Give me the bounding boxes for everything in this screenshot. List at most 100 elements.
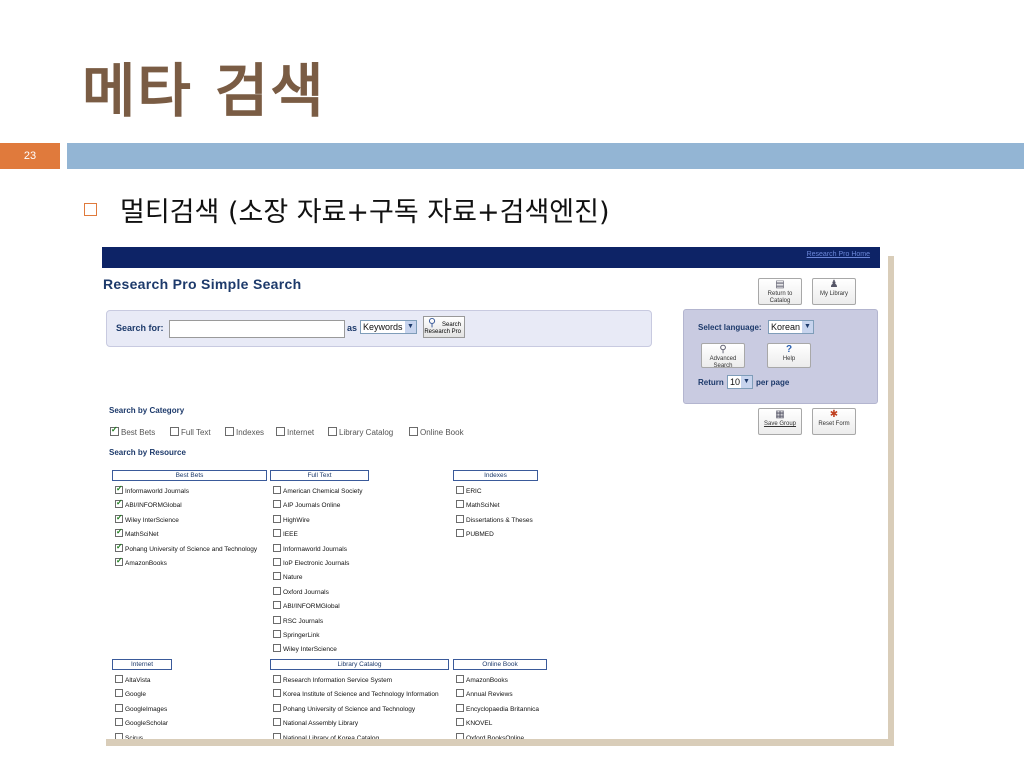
resource-item[interactable]: Korea Institute of Science and Technolog… — [273, 689, 439, 698]
checkbox[interactable] — [328, 427, 337, 436]
checkbox[interactable] — [273, 514, 281, 523]
resource-item[interactable]: GoogleScholar — [115, 718, 168, 727]
checkbox[interactable] — [273, 586, 281, 595]
resource-item[interactable]: Nature — [273, 572, 303, 581]
help-button[interactable]: ? Help — [767, 343, 811, 368]
return-catalog-button[interactable]: ▤ Return to Catalog — [758, 278, 802, 305]
checkbox[interactable] — [273, 644, 281, 653]
search-input[interactable] — [169, 320, 345, 338]
resource-item[interactable]: Google — [115, 689, 146, 698]
resource-item[interactable]: American Chemical Society — [273, 486, 362, 495]
resource-item[interactable]: Scirus — [115, 732, 143, 739]
resource-item[interactable]: AltaVista — [115, 675, 151, 684]
resource-item[interactable]: AmazonBooks — [456, 675, 508, 684]
resource-item[interactable]: KNOVEL — [456, 718, 492, 727]
my-library-button[interactable]: ♟ My Library — [812, 278, 856, 305]
category-option[interactable]: Full Text — [170, 427, 211, 437]
checkbox[interactable] — [409, 427, 418, 436]
resource-item[interactable]: Pohang University of Science and Technol… — [115, 542, 257, 553]
advanced-search-button[interactable]: ⚲ Advanced Search — [701, 343, 745, 369]
resource-item[interactable]: National Assembly Library — [273, 718, 358, 727]
checkbox[interactable] — [456, 500, 464, 509]
checkbox[interactable] — [273, 500, 281, 509]
checkbox[interactable] — [115, 527, 123, 538]
checkbox[interactable] — [115, 498, 123, 509]
bullet-square-icon — [84, 203, 97, 216]
resource-item[interactable]: SpringerLink — [273, 630, 320, 639]
checkbox[interactable] — [273, 689, 281, 698]
resource-item[interactable]: RSC Journals — [273, 615, 323, 625]
checkbox[interactable] — [115, 556, 123, 566]
checkbox[interactable] — [456, 486, 464, 494]
resource-item[interactable]: Annual Reviews — [456, 689, 513, 698]
category-option[interactable]: Internet — [276, 427, 314, 437]
resource-item[interactable]: Oxford Journals — [273, 586, 329, 596]
resource-item[interactable]: PUBMED — [456, 529, 494, 538]
resource-item[interactable]: MathSciNet — [115, 527, 159, 538]
reset-form-button[interactable]: ✱ Reset Form — [812, 408, 856, 435]
resource-item[interactable]: AmazonBooks — [115, 556, 167, 567]
resource-item[interactable]: ABI/INFORMGlobal — [273, 601, 340, 610]
home-link[interactable]: Research Pro Home — [807, 251, 870, 258]
resource-item[interactable]: IoP Electronic Journals — [273, 558, 349, 567]
category-option[interactable]: Indexes — [225, 427, 264, 437]
checkbox[interactable] — [115, 689, 123, 698]
checkbox[interactable] — [273, 615, 281, 624]
resource-item[interactable]: GoogleImages — [115, 703, 167, 713]
checkbox[interactable] — [273, 718, 281, 727]
checkbox[interactable] — [456, 514, 464, 523]
checkbox[interactable] — [273, 529, 281, 538]
checkbox[interactable] — [273, 630, 281, 638]
checkbox[interactable] — [456, 529, 464, 538]
checkbox[interactable] — [115, 703, 123, 712]
save-group-button[interactable]: ▦ Save Group — [758, 408, 802, 435]
checkbox[interactable] — [456, 689, 464, 698]
resource-item[interactable]: Oxford BooksOnline — [456, 732, 524, 739]
resource-item[interactable]: Informaworld Journals — [273, 543, 347, 553]
search-button[interactable]: ⚲ Search Research Pro — [423, 316, 465, 338]
resource-item[interactable]: Research Information Service System — [273, 675, 392, 684]
resource-item[interactable]: Wiley InterScience — [115, 513, 179, 524]
checkbox[interactable] — [273, 703, 281, 712]
resource-item[interactable]: Encyclopaedia Britannica — [456, 703, 539, 713]
resource-item[interactable]: AIP Journals Online — [273, 500, 340, 509]
checkbox[interactable] — [115, 675, 123, 683]
checkbox[interactable] — [273, 601, 281, 610]
category-option[interactable]: Library Catalog — [328, 427, 393, 437]
resource-item[interactable]: National Library of Korea Catalog — [273, 732, 379, 739]
checkbox[interactable] — [273, 558, 281, 566]
checkbox[interactable] — [110, 425, 119, 436]
resource-item[interactable]: ABI/INFORMGlobal — [115, 498, 182, 509]
resource-item[interactable]: Pohang University of Science and Technol… — [273, 703, 415, 713]
checkbox[interactable] — [115, 513, 123, 523]
checkbox[interactable] — [225, 427, 234, 436]
resource-item[interactable]: Dissertations & Theses — [456, 514, 533, 524]
checkbox[interactable] — [170, 427, 179, 436]
search-type-select[interactable]: Keywords ▼ — [360, 320, 417, 334]
resource-label: Annual Reviews — [466, 691, 513, 699]
checkbox[interactable] — [456, 703, 464, 712]
category-option[interactable]: Online Book — [409, 427, 464, 437]
checkbox[interactable] — [273, 543, 281, 552]
per-page-select[interactable]: 10 ▼ — [727, 375, 753, 389]
checkbox[interactable] — [115, 732, 123, 739]
checkbox[interactable] — [456, 718, 464, 727]
checkbox[interactable] — [273, 572, 281, 581]
resource-item[interactable]: HighWire — [273, 514, 310, 524]
checkbox[interactable] — [273, 732, 281, 739]
checkbox[interactable] — [276, 427, 285, 436]
resource-item[interactable]: Informaworld Journals — [115, 484, 189, 495]
checkbox[interactable] — [273, 675, 281, 683]
checkbox[interactable] — [115, 484, 123, 494]
resource-item[interactable]: IEEE — [273, 529, 298, 538]
checkbox[interactable] — [273, 486, 281, 494]
checkbox[interactable] — [456, 675, 464, 683]
checkbox[interactable] — [115, 542, 123, 552]
resource-item[interactable]: ERIC — [456, 486, 482, 495]
resource-item[interactable]: MathSciNet — [456, 500, 500, 509]
checkbox[interactable] — [456, 732, 464, 739]
language-select[interactable]: Korean ▼ — [768, 320, 814, 334]
resource-item[interactable]: Wiley InterScience — [273, 644, 337, 653]
checkbox[interactable] — [115, 718, 123, 727]
category-option[interactable]: Best Bets — [110, 425, 155, 437]
